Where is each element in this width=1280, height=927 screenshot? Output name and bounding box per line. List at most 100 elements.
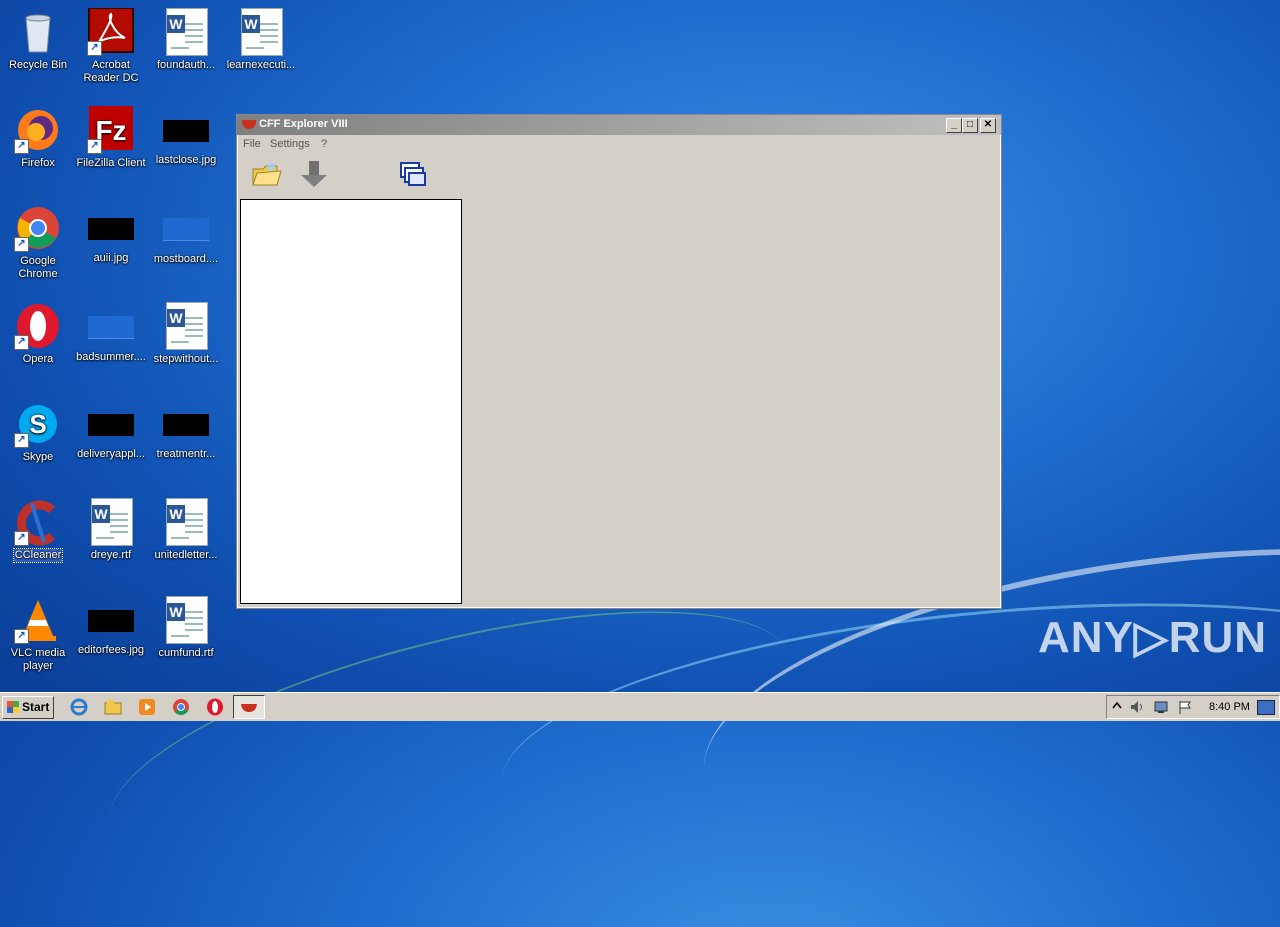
media-player-icon[interactable] [138, 698, 156, 716]
desktop-icon-treatmentr[interactable]: treatmentr... [148, 400, 224, 461]
menu-help[interactable]: ? [321, 138, 327, 150]
start-button[interactable]: Start [2, 696, 54, 719]
file-tree-pane[interactable] [240, 199, 462, 604]
desktop-icon-acrobat[interactable]: ↗ Acrobat Reader DC [73, 7, 149, 85]
desktop-icon-label: CCleaner [12, 548, 64, 563]
desktop-icon-google-chrome[interactable]: ↗ Google Chrome [0, 204, 76, 281]
toolbar [237, 153, 1001, 197]
menu-bar: File Settings ? [237, 135, 1001, 153]
internet-explorer-icon[interactable] [70, 698, 88, 716]
ccleaner-icon: ↗ [14, 498, 62, 546]
desktop-icon-vlc[interactable]: ↗ VLC media player [0, 596, 76, 673]
close-button[interactable]: ✕ [980, 118, 996, 133]
desktop-icon-firefox[interactable]: ↗ Firefox [0, 106, 76, 170]
save-icon[interactable] [299, 159, 331, 192]
volume-icon[interactable] [1129, 699, 1145, 715]
taskbar-cff-explorer[interactable] [233, 695, 265, 719]
desktop-icon-deliveryappl[interactable]: deliveryappl... [73, 400, 149, 461]
minimize-button[interactable]: _ [946, 118, 962, 133]
image-thumbnail [163, 414, 209, 436]
word-document-icon: W [166, 498, 208, 546]
svg-text:S: S [29, 409, 46, 439]
open-folder-icon[interactable] [251, 159, 283, 192]
desktop-icon-label: auii.jpg [93, 252, 129, 264]
desktop-icon-label: deliveryappl... [77, 448, 145, 460]
desktop-icon-cumfund-rtf[interactable]: W cumfund.rtf [148, 596, 224, 660]
anyrun-watermark: ANY▷RUN [1038, 613, 1268, 662]
desktop-icon-stepwithout[interactable]: W stepwithout... [148, 302, 224, 366]
desktop-icon-label: FileZilla Client [76, 157, 146, 169]
desktop-icon-ccleaner[interactable]: ↗ CCleaner [0, 498, 76, 563]
show-desktop-button[interactable] [1257, 700, 1275, 715]
word-document-icon: W [91, 498, 133, 546]
desktop-icon-label: stepwithout... [153, 353, 219, 365]
desktop-icon-editorfees[interactable]: editorfees.jpg [73, 596, 149, 657]
desktop-icon-recycle-bin[interactable]: Recycle Bin [0, 8, 76, 72]
desktop-icon-label: Google Chrome [18, 255, 58, 280]
image-thumbnail [88, 316, 134, 339]
desktop-icon-dreye-rtf[interactable]: W dreye.rtf [73, 498, 149, 562]
word-document-icon: W [241, 8, 283, 56]
desktop-icon-unitedletter[interactable]: W unitedletter... [148, 498, 224, 562]
desktop-icon-mostboard[interactable]: mostboard.... [148, 204, 224, 266]
desktop-icon-foundauth[interactable]: W foundauth... [148, 8, 224, 72]
action-center-flag-icon[interactable] [1177, 699, 1193, 715]
chrome-taskbar-icon[interactable] [172, 698, 190, 716]
window-titlebar[interactable]: CFF Explorer VIII _ □ ✕ [237, 115, 1001, 135]
cff-explorer-window: CFF Explorer VIII _ □ ✕ File Settings ? [236, 114, 1002, 609]
desktop-icon-label: Recycle Bin [8, 59, 68, 71]
start-label: Start [22, 700, 50, 714]
image-thumbnail [88, 414, 134, 436]
desktop-icon-label: Opera [22, 353, 54, 365]
taskbar-clock[interactable]: 8:40 PM [1209, 701, 1250, 713]
desktop-icon-auii-jpg[interactable]: auii.jpg [73, 204, 149, 265]
word-document-icon: W [166, 596, 208, 644]
taskbar: Start 8:40 PM [0, 692, 1280, 721]
windows-icon[interactable] [397, 159, 429, 192]
system-tray [1106, 695, 1280, 719]
vlc-icon: ↗ [14, 596, 62, 644]
desktop-icon-filezilla[interactable]: Fz ↗ FileZilla Client [73, 106, 149, 170]
image-thumbnail [88, 610, 134, 632]
desktop-icon-label: Firefox [21, 157, 55, 169]
desktop-icon-learnexecuti[interactable]: W learnexecuti... [223, 8, 299, 72]
recycle-bin-icon [14, 8, 62, 56]
desktop-icon-label: learnexecuti... [226, 59, 296, 71]
firefox-icon: ↗ [14, 106, 62, 154]
menu-file[interactable]: File [243, 138, 261, 150]
desktop-icon-label: lastclose.jpg [155, 154, 217, 166]
network-icon[interactable] [1153, 699, 1169, 715]
desktop-icon-label: VLC media player [10, 647, 66, 672]
show-hidden-icons-icon[interactable] [1111, 700, 1123, 714]
desktop-icon-label: cumfund.rtf [158, 647, 214, 659]
desktop-icon-label: dreye.rtf [90, 549, 132, 561]
desktop-icon-lastclose[interactable]: lastclose.jpg [148, 106, 224, 167]
desktop-icon-opera[interactable]: ↗ Opera [0, 302, 76, 366]
desktop-icon-badsummer[interactable]: badsummer.... [73, 302, 149, 364]
desktop-icon-skype[interactable]: S ↗ Skype [0, 400, 76, 464]
desktop-icon-label: badsummer.... [76, 351, 146, 363]
acrobat-icon: ↗ [87, 7, 135, 56]
cff-explorer-taskbar-icon [241, 704, 257, 712]
desktop-icon-label: mostboard.... [153, 253, 219, 265]
cff-explorer-app-icon [242, 120, 256, 129]
desktop-icon-label: Skype [22, 451, 54, 463]
image-thumbnail [163, 120, 209, 142]
image-thumbnail [163, 218, 209, 241]
word-document-icon: W [166, 8, 208, 56]
image-thumbnail [88, 218, 134, 240]
opera-icon: ↗ [14, 302, 62, 350]
opera-taskbar-icon[interactable] [206, 698, 224, 716]
menu-settings[interactable]: Settings [270, 138, 310, 150]
desktop-icon-label: unitedletter... [154, 549, 218, 561]
windows-logo-icon [7, 701, 19, 713]
window-title: CFF Explorer VIII [259, 118, 348, 130]
desktop-icon-label: editorfees.jpg [77, 644, 145, 656]
maximize-button[interactable]: □ [962, 118, 978, 133]
desktop-icon-label: foundauth... [156, 59, 216, 71]
file-explorer-icon[interactable] [104, 698, 122, 716]
desktop-icon-label: treatmentr... [156, 448, 216, 460]
word-document-icon: W [166, 302, 208, 350]
chrome-icon: ↗ [14, 204, 62, 252]
filezilla-icon: Fz ↗ [87, 106, 135, 154]
